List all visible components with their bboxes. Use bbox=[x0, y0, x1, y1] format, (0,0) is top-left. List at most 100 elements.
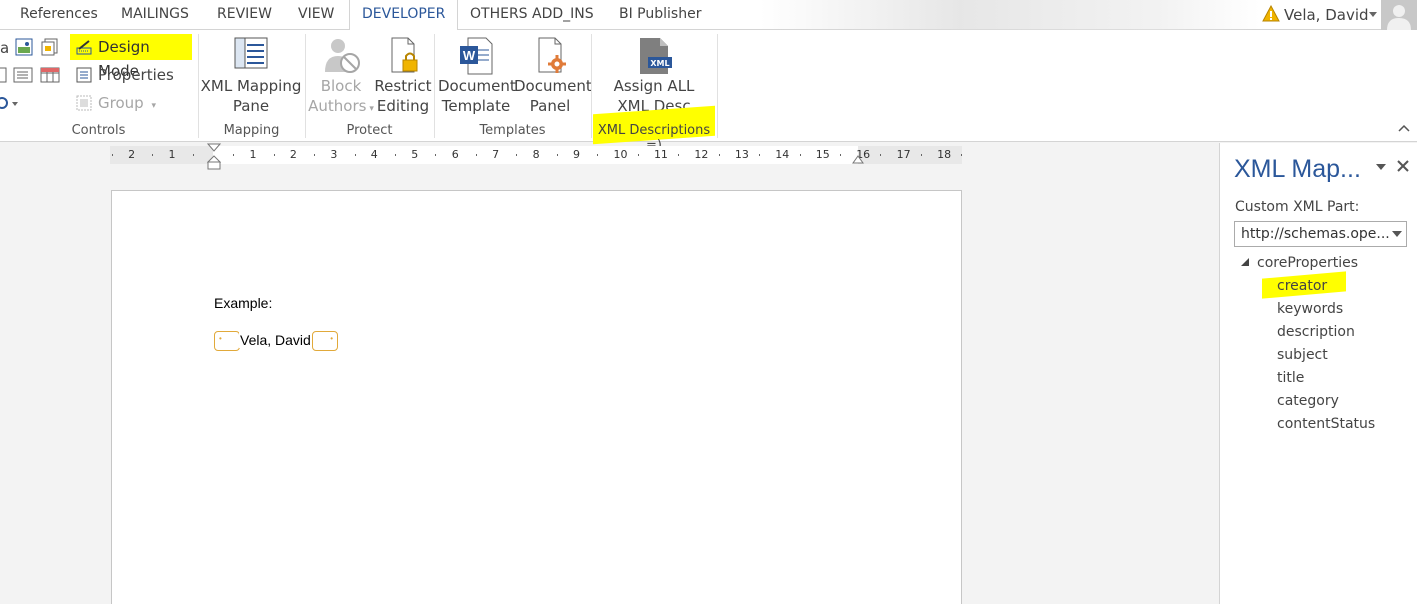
ruler-tick-label: 7 bbox=[492, 148, 500, 161]
tree-item-contentstatus[interactable]: contentStatus bbox=[1277, 416, 1375, 432]
xml-mapping-label-line2: Pane bbox=[232, 97, 270, 115]
legacy-tools-icon[interactable] bbox=[0, 94, 18, 112]
ruler-tick-label: 13 bbox=[734, 148, 749, 161]
right-indent-marker-icon[interactable] bbox=[852, 155, 864, 165]
tree-item-category[interactable]: category bbox=[1277, 393, 1339, 409]
group-icon bbox=[76, 95, 92, 111]
tree-item-title[interactable]: title bbox=[1277, 370, 1304, 386]
tree-expanded-icon[interactable] bbox=[1240, 257, 1250, 267]
tree-item-creator[interactable]: creator bbox=[1277, 278, 1327, 294]
block-authors-label-line2: Authors bbox=[308, 97, 367, 115]
controls-group-label: Controls bbox=[71, 123, 126, 138]
ruler-tick-label: 11 bbox=[653, 148, 668, 161]
building-block-icon[interactable] bbox=[41, 38, 59, 56]
ruler-minor-tick bbox=[314, 154, 316, 156]
tab-references[interactable]: References bbox=[20, 0, 98, 30]
assign-all-label-line1: Assign ALL bbox=[613, 77, 695, 95]
ruler-minor-tick bbox=[839, 154, 841, 156]
ruler-minor-tick bbox=[273, 154, 275, 156]
indent-markers-icon[interactable] bbox=[207, 143, 221, 171]
custom-xml-part-select[interactable]: http://schemas.ope... bbox=[1234, 221, 1407, 247]
design-mode-button[interactable]: Design Mode bbox=[72, 35, 190, 80]
ruler-tick-label: 4 bbox=[370, 148, 378, 161]
xml-mapping-label-line1: XML Mapping bbox=[200, 77, 302, 95]
word-document-template-icon: W bbox=[460, 37, 493, 75]
custom-xml-part-value: http://schemas.ope... bbox=[1241, 226, 1390, 242]
ruler-tick-label: 1 bbox=[168, 148, 176, 161]
ruler-minor-tick bbox=[475, 154, 477, 156]
document-page[interactable]: Example: • Vela, David • bbox=[111, 190, 962, 604]
document-template-button[interactable]: W Document Template bbox=[438, 36, 516, 116]
chevron-down-icon[interactable] bbox=[1369, 12, 1377, 17]
document-panel-icon bbox=[538, 37, 566, 73]
properties-button[interactable]: Properties bbox=[72, 63, 190, 87]
ruler-minor-tick bbox=[152, 154, 154, 156]
tree-item-subject[interactable]: subject bbox=[1277, 347, 1328, 363]
ruler-minor-tick bbox=[678, 154, 680, 156]
design-mode-icon bbox=[76, 40, 92, 55]
protect-group-label: Protect bbox=[346, 123, 393, 138]
restrict-editing-icon bbox=[391, 37, 418, 73]
ruler-minor-tick bbox=[435, 154, 437, 156]
document-template-label-line1: Document bbox=[438, 77, 516, 95]
start-tag-mark: • bbox=[219, 334, 222, 343]
ruler-minor-tick bbox=[111, 154, 113, 156]
document-panel-label-line1: Document bbox=[514, 77, 592, 95]
document-panel-button[interactable]: Document Panel bbox=[514, 36, 592, 116]
tab-view[interactable]: VIEW bbox=[298, 0, 334, 30]
content-control-value[interactable]: Vela, David bbox=[239, 332, 312, 348]
avatar[interactable] bbox=[1381, 0, 1417, 30]
custom-xml-part-label: Custom XML Part: bbox=[1235, 199, 1360, 215]
group-button[interactable]: Group ▾ bbox=[72, 91, 190, 115]
restrict-editing-button[interactable]: Restrict Editing bbox=[374, 36, 432, 116]
ribbon-tab-bar: References MAILINGS REVIEW VIEW DEVELOPE… bbox=[0, 0, 1417, 31]
close-icon[interactable] bbox=[1396, 159, 1410, 173]
ruler-minor-tick bbox=[192, 154, 194, 156]
content-control-end-tag[interactable]: • bbox=[312, 331, 338, 351]
ruler-tick-label: 6 bbox=[451, 148, 459, 161]
collapse-ribbon-icon[interactable] bbox=[1398, 124, 1410, 132]
xml-mapping-pane-button[interactable]: XML Mapping Pane bbox=[200, 36, 302, 116]
creator-content-control[interactable]: • Vela, David • bbox=[214, 331, 338, 351]
combo-box-icon[interactable] bbox=[13, 66, 33, 84]
end-tag-mark: • bbox=[330, 334, 333, 343]
tab-bi-publisher[interactable]: BI Publisher bbox=[619, 0, 701, 30]
ruler-tick-label: 9 bbox=[573, 148, 581, 161]
account-name[interactable]: Vela, David bbox=[1284, 6, 1369, 24]
ruler-tick-label: 15 bbox=[815, 148, 830, 161]
tree-item-keywords[interactable]: keywords bbox=[1277, 301, 1343, 317]
block-authors-dropdown-arrow: ▾ bbox=[366, 104, 374, 114]
picture-content-control-icon[interactable] bbox=[15, 38, 33, 56]
ruler-tick-label: 10 bbox=[613, 148, 628, 161]
chevron-down-icon bbox=[1392, 231, 1402, 237]
tab-others-add-ins[interactable]: OTHERS ADD_INS bbox=[470, 0, 594, 30]
block-authors-button[interactable]: Block Authors ▾ bbox=[308, 36, 374, 119]
group-separator bbox=[717, 34, 718, 138]
pane-options-dropdown-icon[interactable] bbox=[1375, 163, 1387, 171]
checkbox-control-icon[interactable] bbox=[0, 66, 8, 84]
ruler-minor-tick bbox=[395, 154, 397, 156]
assign-all-xml-desc-button[interactable]: XML Assign ALL XML Desc bbox=[604, 36, 704, 116]
tree-item-description[interactable]: description bbox=[1277, 324, 1355, 340]
block-authors-label-line1: Block bbox=[320, 77, 362, 95]
group-dropdown-arrow: ▾ bbox=[151, 101, 156, 111]
tab-developer[interactable]: DEVELOPER bbox=[349, 0, 459, 31]
content-control-start-tag[interactable]: • bbox=[214, 331, 240, 351]
tab-review[interactable]: REVIEW bbox=[217, 0, 272, 30]
account-area[interactable]: Vela, David bbox=[1257, 0, 1417, 30]
ruler-tick-label: 18 bbox=[937, 148, 952, 161]
tree-item-coreproperties[interactable]: coreProperties bbox=[1257, 255, 1358, 271]
partial-control-label: a bbox=[0, 39, 10, 57]
ruler-tick-label: 2 bbox=[289, 148, 297, 161]
ruler-tick-label: 1 bbox=[249, 148, 257, 161]
ruler-tick-label: 8 bbox=[532, 148, 540, 161]
ruler-minor-tick bbox=[516, 154, 518, 156]
properties-icon bbox=[76, 67, 92, 83]
table-control-icon[interactable] bbox=[40, 66, 60, 84]
ruler-tick-label: 12 bbox=[694, 148, 709, 161]
xml-mapping-pane: XML Map... Custom XML Part: http://schem… bbox=[1219, 143, 1417, 604]
user-silhouette-icon bbox=[1387, 5, 1411, 30]
warning-icon bbox=[1262, 5, 1280, 22]
ruler-tick-label: 2 bbox=[128, 148, 136, 161]
tab-mailings[interactable]: MAILINGS bbox=[121, 0, 189, 30]
